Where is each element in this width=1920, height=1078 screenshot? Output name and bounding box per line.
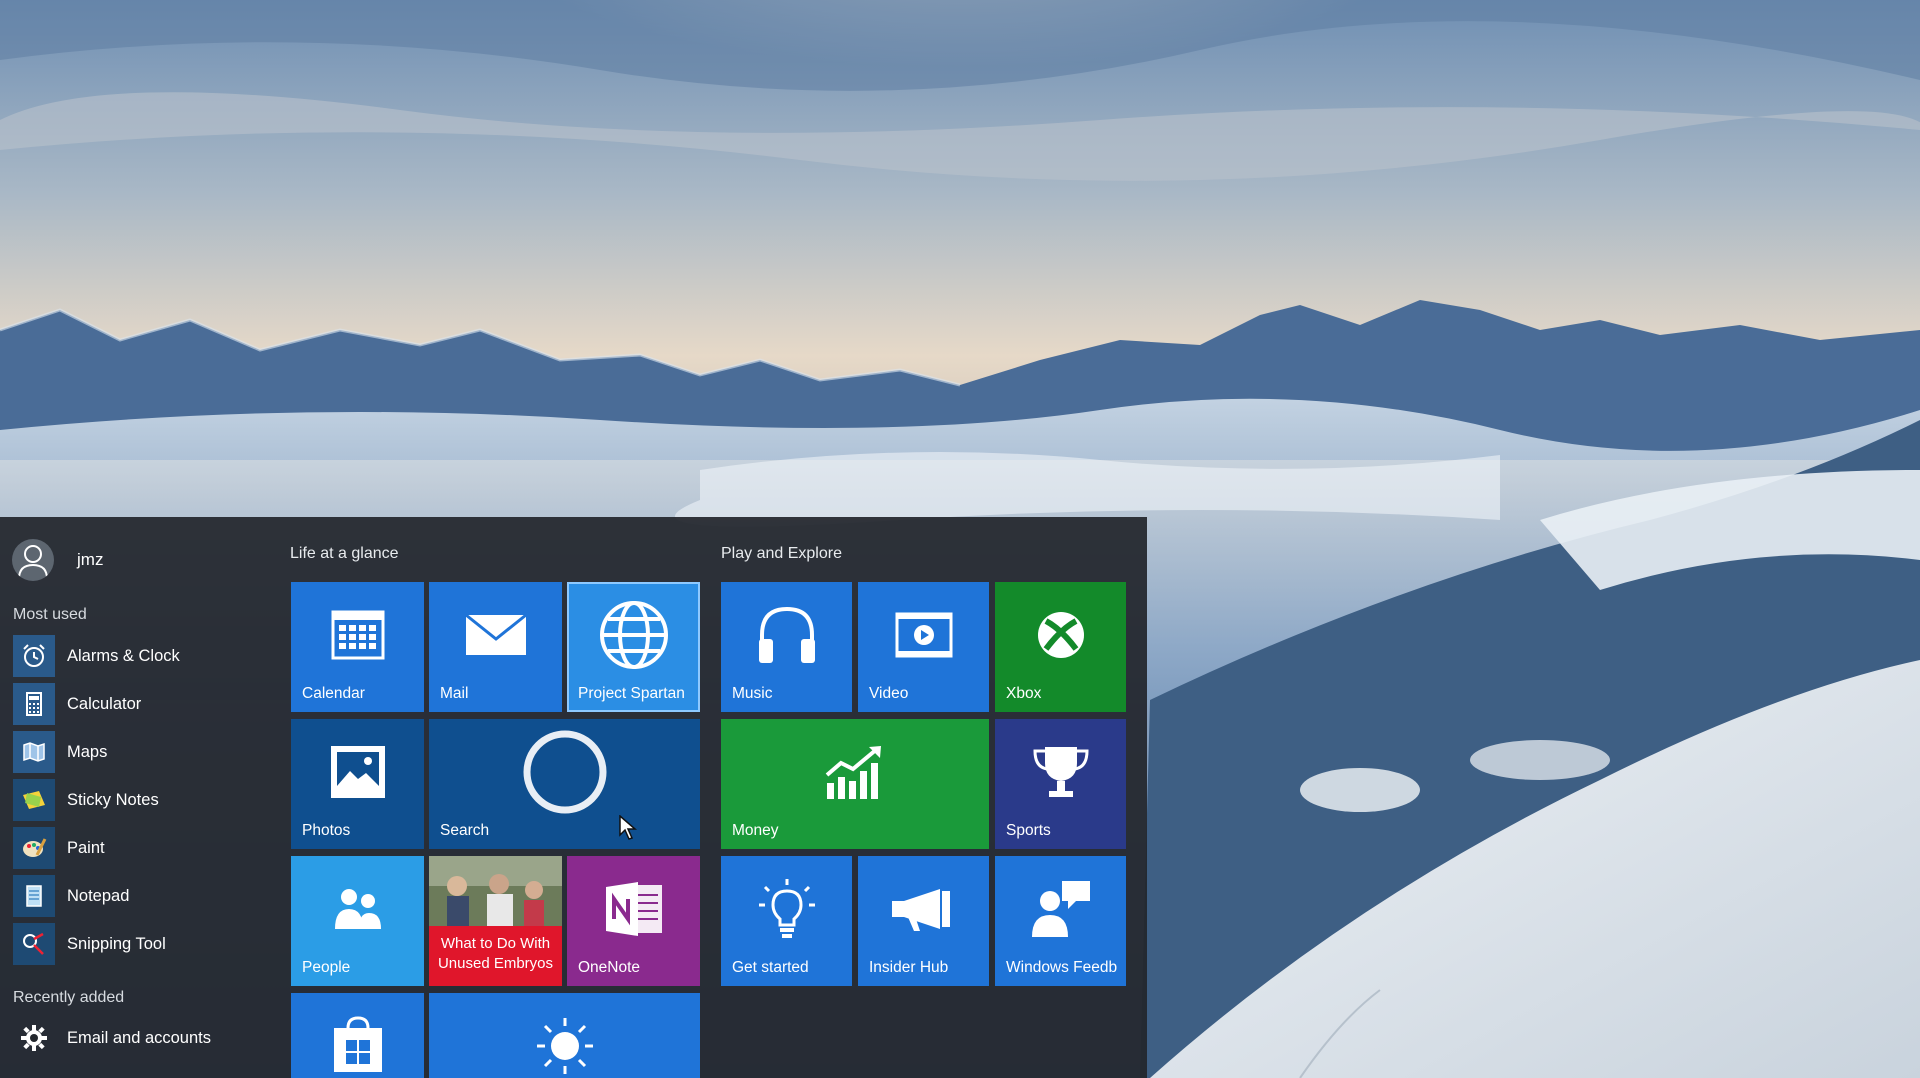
tile-label: Photos <box>302 822 351 839</box>
app-item-sticky-notes[interactable]: Sticky Notes <box>13 776 278 824</box>
app-item-notepad[interactable]: Notepad <box>13 872 278 920</box>
tile-search[interactable]: Search <box>429 719 700 849</box>
app-label: Maps <box>67 742 108 761</box>
scissors-icon <box>13 923 55 965</box>
user-avatar-icon <box>12 539 54 581</box>
tile-get-started[interactable]: Get started <box>721 856 852 986</box>
lightbulb-icon <box>721 856 852 962</box>
user-name: jmz <box>77 550 104 569</box>
video-play-icon <box>858 582 989 688</box>
app-item-email-and-accounts[interactable]: Email and accounts <box>13 1014 211 1062</box>
store-bag-icon <box>291 1009 424 1078</box>
tile-label: Project Spartan <box>578 685 685 702</box>
tile-insider-hub[interactable]: Insider Hub <box>858 856 989 986</box>
megaphone-icon <box>858 856 989 962</box>
news-photo <box>429 856 562 926</box>
tile-news[interactable]: What to Do With Unused Embryos <box>429 856 562 986</box>
app-label: Notepad <box>67 886 130 905</box>
app-label: Email and accounts <box>67 1028 211 1047</box>
paint-palette-icon <box>13 827 55 869</box>
tile-music[interactable]: Music <box>721 582 852 712</box>
mouse-cursor-icon <box>619 814 638 846</box>
app-item-alarms-clock[interactable]: Alarms & Clock <box>13 632 278 680</box>
tile-money[interactable]: Money <box>721 719 989 849</box>
people-icon <box>291 856 424 962</box>
most-used-list: Alarms & Clock Calculator Maps Sticky No… <box>13 632 278 968</box>
tile-label: Calendar <box>302 685 365 702</box>
tile-sports[interactable]: Sports <box>995 719 1126 849</box>
app-item-maps[interactable]: Maps <box>13 728 278 776</box>
headphones-icon <box>721 582 852 688</box>
tile-xbox[interactable]: Xbox <box>995 582 1126 712</box>
onenote-icon <box>567 856 700 962</box>
tile-label: Insider Hub <box>869 959 949 976</box>
app-label: Calculator <box>67 694 142 713</box>
app-item-snipping-tool[interactable]: Snipping Tool <box>13 920 278 968</box>
tile-label: Xbox <box>1006 685 1042 702</box>
tile-label: OneNote <box>578 959 641 976</box>
tile-label: Get started <box>732 959 809 976</box>
tile-project-spartan[interactable]: Project Spartan <box>567 582 700 712</box>
group-title-life-at-a-glance: Life at a glance <box>290 545 399 562</box>
app-label: Paint <box>67 838 105 857</box>
tile-video[interactable]: Video <box>858 582 989 712</box>
map-icon <box>13 731 55 773</box>
trophy-icon <box>995 719 1126 825</box>
cortana-circle-icon <box>429 719 700 825</box>
tile-store[interactable] <box>291 993 424 1078</box>
tile-label: Video <box>869 685 909 702</box>
app-label: Snipping Tool <box>67 934 166 953</box>
tile-photos[interactable]: Photos <box>291 719 424 849</box>
group-title-play-and-explore: Play and Explore <box>721 545 842 562</box>
feedback-person-icon <box>995 856 1126 962</box>
tile-weather[interactable] <box>429 993 700 1078</box>
most-used-heading: Most used <box>13 606 87 623</box>
tile-label: People <box>302 959 351 976</box>
chart-up-icon <box>721 719 989 825</box>
tile-label: Money <box>732 822 779 839</box>
app-item-calculator[interactable]: Calculator <box>13 680 278 728</box>
tile-label: Sports <box>1006 822 1051 839</box>
user-account-button[interactable]: jmz <box>12 539 103 581</box>
start-menu: jmz Most used Alarms & Clock Calculator <box>0 517 1147 1078</box>
start-menu-left-pane: jmz Most used Alarms & Clock Calculator <box>0 517 282 1078</box>
sun-icon <box>429 1013 700 1078</box>
app-label: Alarms & Clock <box>67 646 180 665</box>
tile-label: Windows Feedb <box>1006 959 1118 976</box>
tile-calendar[interactable]: Calendar <box>291 582 424 712</box>
sticky-note-icon <box>13 779 55 821</box>
globe-icon <box>567 582 700 688</box>
tile-label: Search <box>440 822 490 839</box>
gear-icon <box>13 1017 55 1059</box>
news-headline: What to Do With Unused Embryos <box>429 926 562 986</box>
photo-icon <box>291 719 424 825</box>
app-label: Sticky Notes <box>67 790 159 809</box>
tile-onenote[interactable]: OneNote <box>567 856 700 986</box>
tile-mail[interactable]: Mail <box>429 582 562 712</box>
recently-added-heading: Recently added <box>13 989 125 1006</box>
tile-label: Music <box>732 685 773 702</box>
calculator-icon <box>13 683 55 725</box>
calendar-icon <box>291 582 424 688</box>
envelope-icon <box>429 582 562 688</box>
tile-label: Mail <box>440 685 469 702</box>
app-item-paint[interactable]: Paint <box>13 824 278 872</box>
tile-people[interactable]: People <box>291 856 424 986</box>
xbox-icon <box>995 582 1126 688</box>
tile-windows-feedback[interactable]: Windows Feedb <box>995 856 1126 986</box>
alarm-clock-icon <box>13 635 55 677</box>
notepad-icon <box>13 875 55 917</box>
